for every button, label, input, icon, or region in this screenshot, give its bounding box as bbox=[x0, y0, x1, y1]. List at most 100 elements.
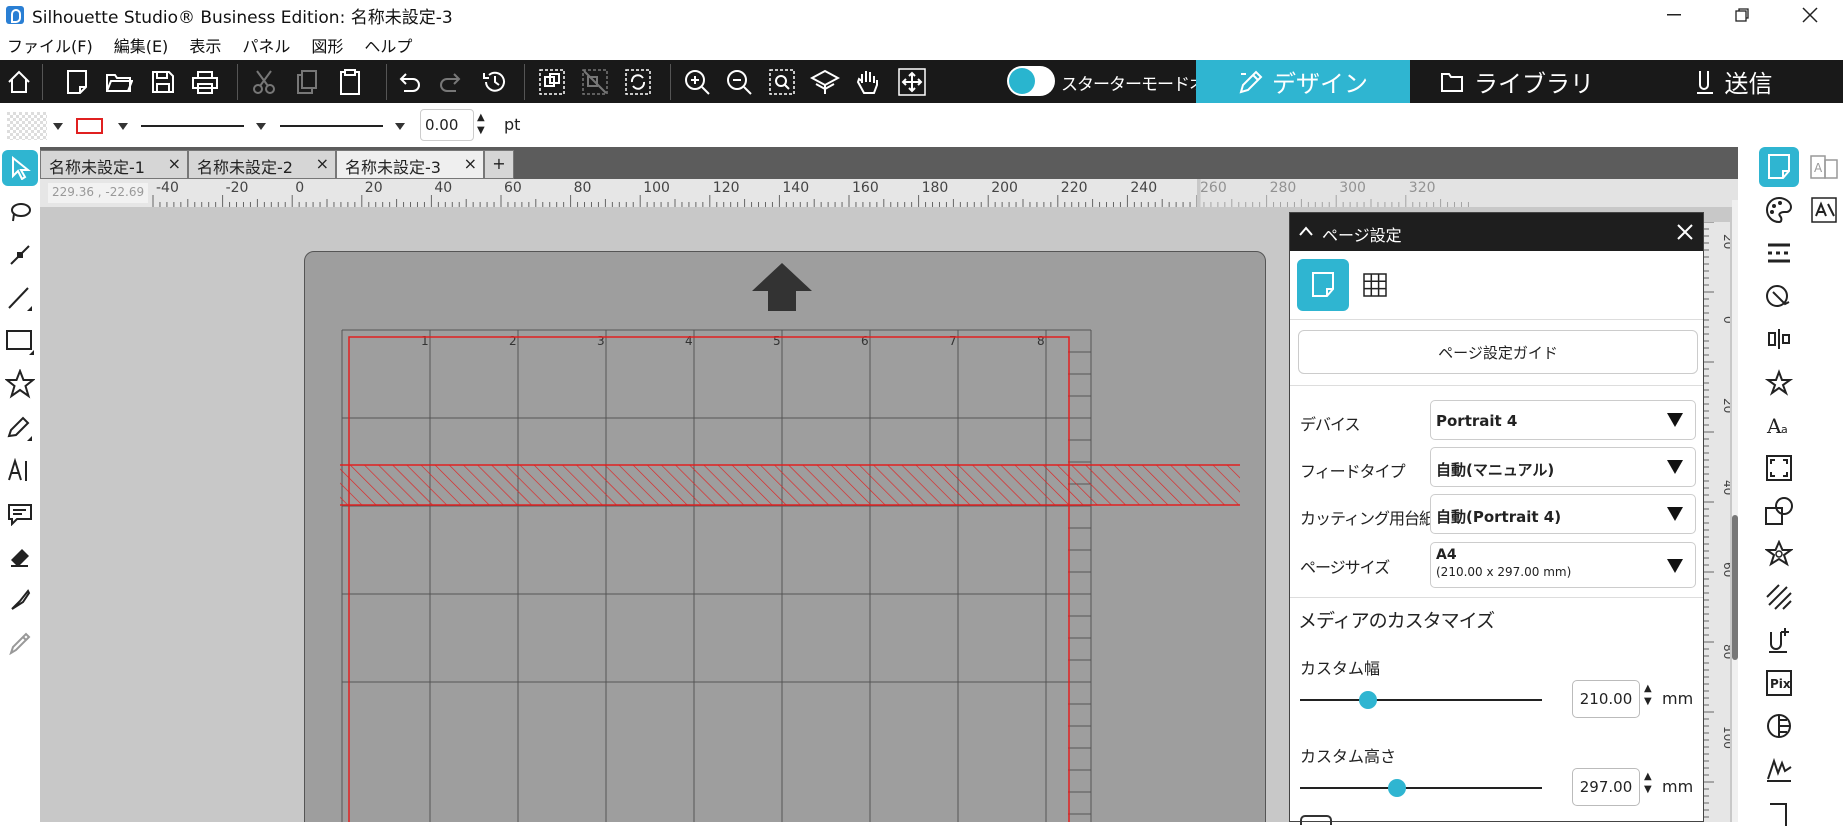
close-panel-icon[interactable] bbox=[1676, 223, 1694, 241]
text-tool[interactable] bbox=[2, 453, 38, 489]
fill-dropdown-arrow-icon[interactable] bbox=[53, 123, 63, 130]
page-size-select[interactable]: A4 (210.00 x 297.00 mm) bbox=[1430, 542, 1696, 588]
menu-view[interactable]: 表示 bbox=[189, 33, 221, 57]
undo-button[interactable] bbox=[392, 65, 426, 99]
replicate-button[interactable] bbox=[621, 65, 655, 99]
menu-panel[interactable]: パネル bbox=[242, 33, 290, 57]
trace-panel-button[interactable] bbox=[1759, 706, 1799, 746]
more-panel-button[interactable] bbox=[1759, 792, 1799, 832]
warp-panel-button[interactable] bbox=[1804, 190, 1843, 230]
zoom-selection-button[interactable] bbox=[765, 65, 799, 99]
starter-mode-toggle[interactable] bbox=[1007, 66, 1055, 96]
group-button[interactable] bbox=[535, 65, 569, 99]
send-panel-button[interactable] bbox=[1759, 620, 1799, 660]
line-end-dropdown-icon[interactable] bbox=[395, 123, 405, 130]
tab-send[interactable]: 送信 bbox=[1624, 60, 1843, 103]
line-color-swatch[interactable] bbox=[76, 117, 104, 135]
line-style-panel-button[interactable] bbox=[1759, 233, 1799, 273]
text-style-panel-button[interactable]: A bbox=[1804, 147, 1843, 187]
line-width-input[interactable]: 0.00 bbox=[420, 109, 474, 141]
custom-height-slider-knob[interactable] bbox=[1387, 779, 1406, 797]
custom-height-spinner[interactable]: ▲ ▼ bbox=[1644, 770, 1652, 796]
line-width-spinner[interactable]: ▲ ▼ bbox=[477, 111, 485, 137]
doc-tab-3[interactable]: 名称未設定-3 × bbox=[336, 150, 484, 179]
menu-file[interactable]: ファイル(F) bbox=[7, 33, 93, 57]
eraser-tool[interactable] bbox=[2, 539, 38, 575]
menu-edit[interactable]: 編集(E) bbox=[114, 33, 169, 57]
close-tab-icon[interactable]: × bbox=[464, 154, 477, 173]
home-button[interactable] bbox=[2, 65, 36, 99]
close-window-button[interactable] bbox=[1780, 0, 1840, 30]
sketch-panel-button[interactable] bbox=[1759, 276, 1799, 316]
new-button[interactable] bbox=[60, 65, 94, 99]
knife-tool[interactable] bbox=[2, 582, 38, 618]
print-button[interactable] bbox=[188, 65, 222, 99]
fill-pattern-swatch[interactable] bbox=[7, 112, 47, 140]
menu-shape[interactable]: 図形 bbox=[311, 33, 343, 57]
feed-type-select[interactable]: 自動(マニュアル) bbox=[1430, 447, 1696, 487]
line-style-dropdown-icon[interactable] bbox=[256, 123, 266, 130]
paste-button[interactable] bbox=[333, 65, 367, 99]
device-select[interactable]: Portrait 4 bbox=[1430, 400, 1696, 440]
custom-height-input[interactable]: 297.00 bbox=[1572, 768, 1640, 806]
fit-page-button[interactable] bbox=[808, 65, 842, 99]
grid-settings-tab[interactable] bbox=[1349, 259, 1401, 311]
collapse-chevron-icon[interactable] bbox=[1299, 226, 1313, 236]
new-tab-button[interactable]: + bbox=[484, 150, 514, 179]
doc-tab-2[interactable]: 名称未設定-2 × bbox=[188, 150, 336, 179]
svg-text:A: A bbox=[1766, 414, 1782, 437]
zoom-out-button[interactable] bbox=[722, 65, 756, 99]
page-setup-tab[interactable] bbox=[1297, 259, 1349, 311]
tab-library[interactable]: ライブラリ bbox=[1410, 60, 1624, 103]
minimize-button[interactable] bbox=[1644, 0, 1704, 30]
scale-panel-button[interactable] bbox=[1759, 448, 1799, 488]
draw-tool[interactable] bbox=[2, 410, 38, 446]
lasso-tool[interactable] bbox=[2, 194, 38, 230]
move-button[interactable] bbox=[895, 65, 929, 99]
close-tab-icon[interactable]: × bbox=[168, 154, 181, 173]
menu-help[interactable]: ヘルプ bbox=[364, 33, 412, 57]
line-end-sample[interactable] bbox=[280, 125, 383, 128]
custom-height-slider[interactable] bbox=[1300, 779, 1542, 797]
open-button[interactable] bbox=[102, 65, 136, 99]
mat-grid: 123456781234 bbox=[340, 329, 1240, 822]
cut-button[interactable] bbox=[247, 65, 281, 99]
custom-width-input[interactable]: 210.00 bbox=[1572, 680, 1640, 718]
pixscan-panel-button[interactable]: Pix bbox=[1759, 663, 1799, 703]
custom-width-slider-knob[interactable] bbox=[1358, 691, 1377, 709]
page-setup-panel-button[interactable] bbox=[1759, 147, 1799, 187]
text-block-tool[interactable] bbox=[2, 496, 38, 532]
edit-points-tool[interactable] bbox=[2, 237, 38, 273]
close-tab-icon[interactable]: × bbox=[316, 154, 329, 173]
signature-panel-button[interactable] bbox=[1759, 749, 1799, 789]
line-color-dropdown-icon[interactable] bbox=[118, 123, 128, 130]
ungroup-button[interactable] bbox=[578, 65, 612, 99]
line-tool[interactable] bbox=[2, 280, 38, 316]
line-style-sample[interactable] bbox=[141, 125, 244, 128]
save-button[interactable] bbox=[146, 65, 180, 99]
custom-width-slider[interactable] bbox=[1300, 691, 1542, 709]
rectangle-tool[interactable] bbox=[2, 323, 38, 359]
page-setup-guide-button[interactable]: ページ設定ガイド bbox=[1298, 330, 1698, 374]
copy-button[interactable] bbox=[290, 65, 324, 99]
align-panel-button[interactable] bbox=[1759, 319, 1799, 359]
fill-pattern-panel-button[interactable] bbox=[1759, 577, 1799, 617]
polygon-tool[interactable] bbox=[2, 366, 38, 402]
text-panel-button[interactable]: Aa bbox=[1759, 405, 1799, 445]
history-button[interactable] bbox=[478, 65, 512, 99]
select-tool[interactable] bbox=[2, 150, 38, 186]
eyedropper-tool[interactable] bbox=[2, 625, 38, 661]
partial-checkbox[interactable] bbox=[1300, 815, 1332, 825]
transform-panel-button[interactable] bbox=[1759, 362, 1799, 402]
fill-color-panel-button[interactable] bbox=[1759, 190, 1799, 230]
library-shapes-panel-button[interactable] bbox=[1759, 534, 1799, 574]
tab-design[interactable]: デザイン bbox=[1196, 60, 1410, 103]
replicate-panel-button[interactable] bbox=[1759, 491, 1799, 531]
pan-button[interactable] bbox=[851, 65, 885, 99]
redo-button[interactable] bbox=[434, 65, 468, 99]
zoom-in-button[interactable] bbox=[680, 65, 714, 99]
cutting-mat-select[interactable]: 自動(Portrait 4) bbox=[1430, 494, 1696, 534]
custom-width-spinner[interactable]: ▲ ▼ bbox=[1644, 682, 1652, 708]
restore-button[interactable] bbox=[1712, 0, 1772, 30]
doc-tab-1[interactable]: 名称未設定-1 × bbox=[40, 150, 188, 179]
